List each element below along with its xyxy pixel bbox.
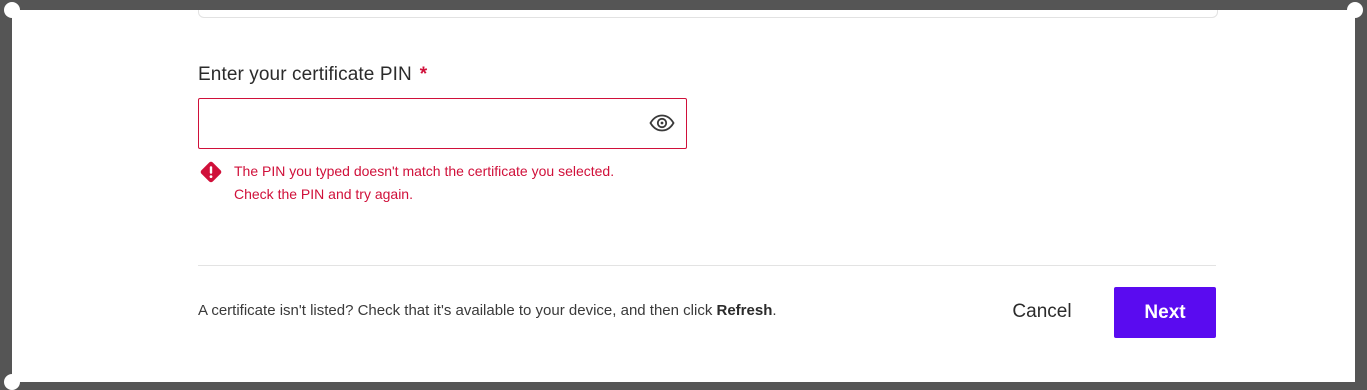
pin-field-label: Enter your certificate PIN *: [198, 64, 427, 86]
certificate-list-panel: [198, 10, 1218, 18]
footer-note: A certificate isn't listed? Check that i…: [198, 302, 777, 319]
window-corner-top-right: [1347, 2, 1363, 18]
certificate-pin-dialog: Enter your certificate PIN * The PIN you …: [12, 10, 1355, 382]
error-line-1: The PIN you typed doesn't match the cert…: [234, 163, 615, 179]
refresh-keyword: Refresh: [716, 302, 773, 319]
error-message: The PIN you typed doesn't match the cert…: [234, 160, 614, 206]
cancel-button[interactable]: Cancel: [988, 287, 1096, 337]
window-corner-top-left: [4, 2, 20, 18]
error-line-2: Check the PIN and try again.: [234, 186, 413, 202]
footer-divider: [198, 265, 1216, 266]
window-corner-bottom-left: [4, 374, 20, 390]
footer-note-period: .: [772, 302, 777, 319]
pin-label-text: Enter your certificate PIN: [198, 64, 412, 85]
pin-input[interactable]: [199, 99, 657, 146]
required-marker: *: [419, 64, 428, 85]
eye-icon[interactable]: [648, 111, 676, 135]
error-diamond-icon: [199, 160, 223, 184]
pin-input-container: [198, 98, 687, 149]
footer-note-text: A certificate isn't listed? Check that i…: [198, 302, 717, 319]
next-button[interactable]: Next: [1114, 287, 1216, 338]
